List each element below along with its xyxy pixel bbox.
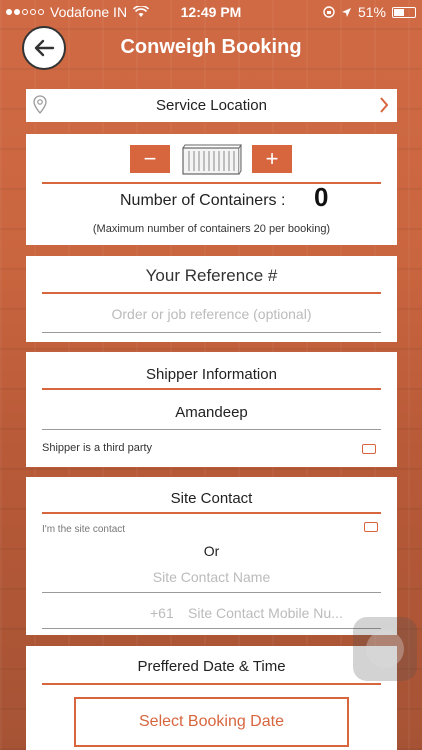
battery-percent: 51% — [357, 4, 386, 20]
select-booking-date-button[interactable]: Select Booking Date — [74, 697, 349, 747]
page-title: Conweigh Booking — [120, 36, 302, 58]
containers-note: (Maximum number of containers 20 per boo… — [92, 223, 331, 235]
service-location-row[interactable]: Service Location — [26, 89, 397, 122]
input-underline — [42, 592, 381, 593]
date-time-card: Preffered Date & Time Select Booking Dat… — [26, 646, 397, 750]
location-arrow-icon — [341, 7, 351, 17]
shipper-name-field[interactable]: Amandeep — [26, 404, 397, 421]
third-party-label: Shipper is a third party — [42, 442, 153, 454]
divider — [42, 292, 381, 294]
input-underline — [42, 429, 381, 430]
input-underline — [42, 628, 381, 629]
site-contact-name-input[interactable]: Site Contact Name — [26, 569, 397, 585]
header: Conweigh Booking — [0, 24, 422, 72]
divider — [42, 182, 381, 184]
divider — [42, 683, 381, 685]
increase-containers-button[interactable]: + — [252, 145, 292, 173]
containers-label: Number of Containers : — [120, 192, 286, 209]
third-party-checkbox[interactable] — [362, 444, 376, 454]
battery-icon — [392, 6, 416, 18]
shipping-container-icon — [182, 144, 242, 175]
site-contact-mobile-input[interactable]: Site Contact Mobile Nu... — [188, 605, 343, 621]
site-contact-title: Site Contact — [170, 490, 253, 507]
phone-prefix: +61 — [150, 605, 174, 621]
site-contact-card: Site Contact I'm the site contact Or Sit… — [26, 477, 397, 635]
site-contact-self-checkbox[interactable] — [364, 522, 378, 532]
site-contact-self-label: I'm the site contact — [42, 524, 126, 535]
containers-card: − + Number of Containers : 0 (Maximum nu… — [26, 134, 397, 245]
service-location-label: Service Location — [156, 97, 267, 114]
reference-title: Your Reference # — [145, 266, 278, 285]
assistive-touch-icon — [366, 630, 404, 668]
shipper-title: Shipper Information — [146, 366, 277, 383]
assistive-touch-button[interactable] — [353, 617, 417, 681]
chevron-right-icon — [380, 97, 389, 113]
containers-count: 0 — [314, 182, 329, 212]
date-time-title: Preffered Date & Time — [137, 658, 286, 675]
reference-input[interactable]: Order or job reference (optional) — [42, 306, 381, 322]
reference-card: Your Reference # Order or job reference … — [26, 256, 397, 342]
or-label: Or — [203, 543, 220, 559]
shipper-card: Shipper Information Amandeep Shipper is … — [26, 352, 397, 467]
divider — [42, 512, 381, 514]
status-bar: Vodafone IN 12:49 PM 51% — [0, 0, 422, 24]
location-pin-icon — [33, 95, 47, 114]
decrease-containers-button[interactable]: − — [130, 145, 170, 173]
divider — [42, 388, 381, 390]
rotation-lock-icon — [323, 6, 335, 18]
input-underline — [42, 332, 381, 333]
